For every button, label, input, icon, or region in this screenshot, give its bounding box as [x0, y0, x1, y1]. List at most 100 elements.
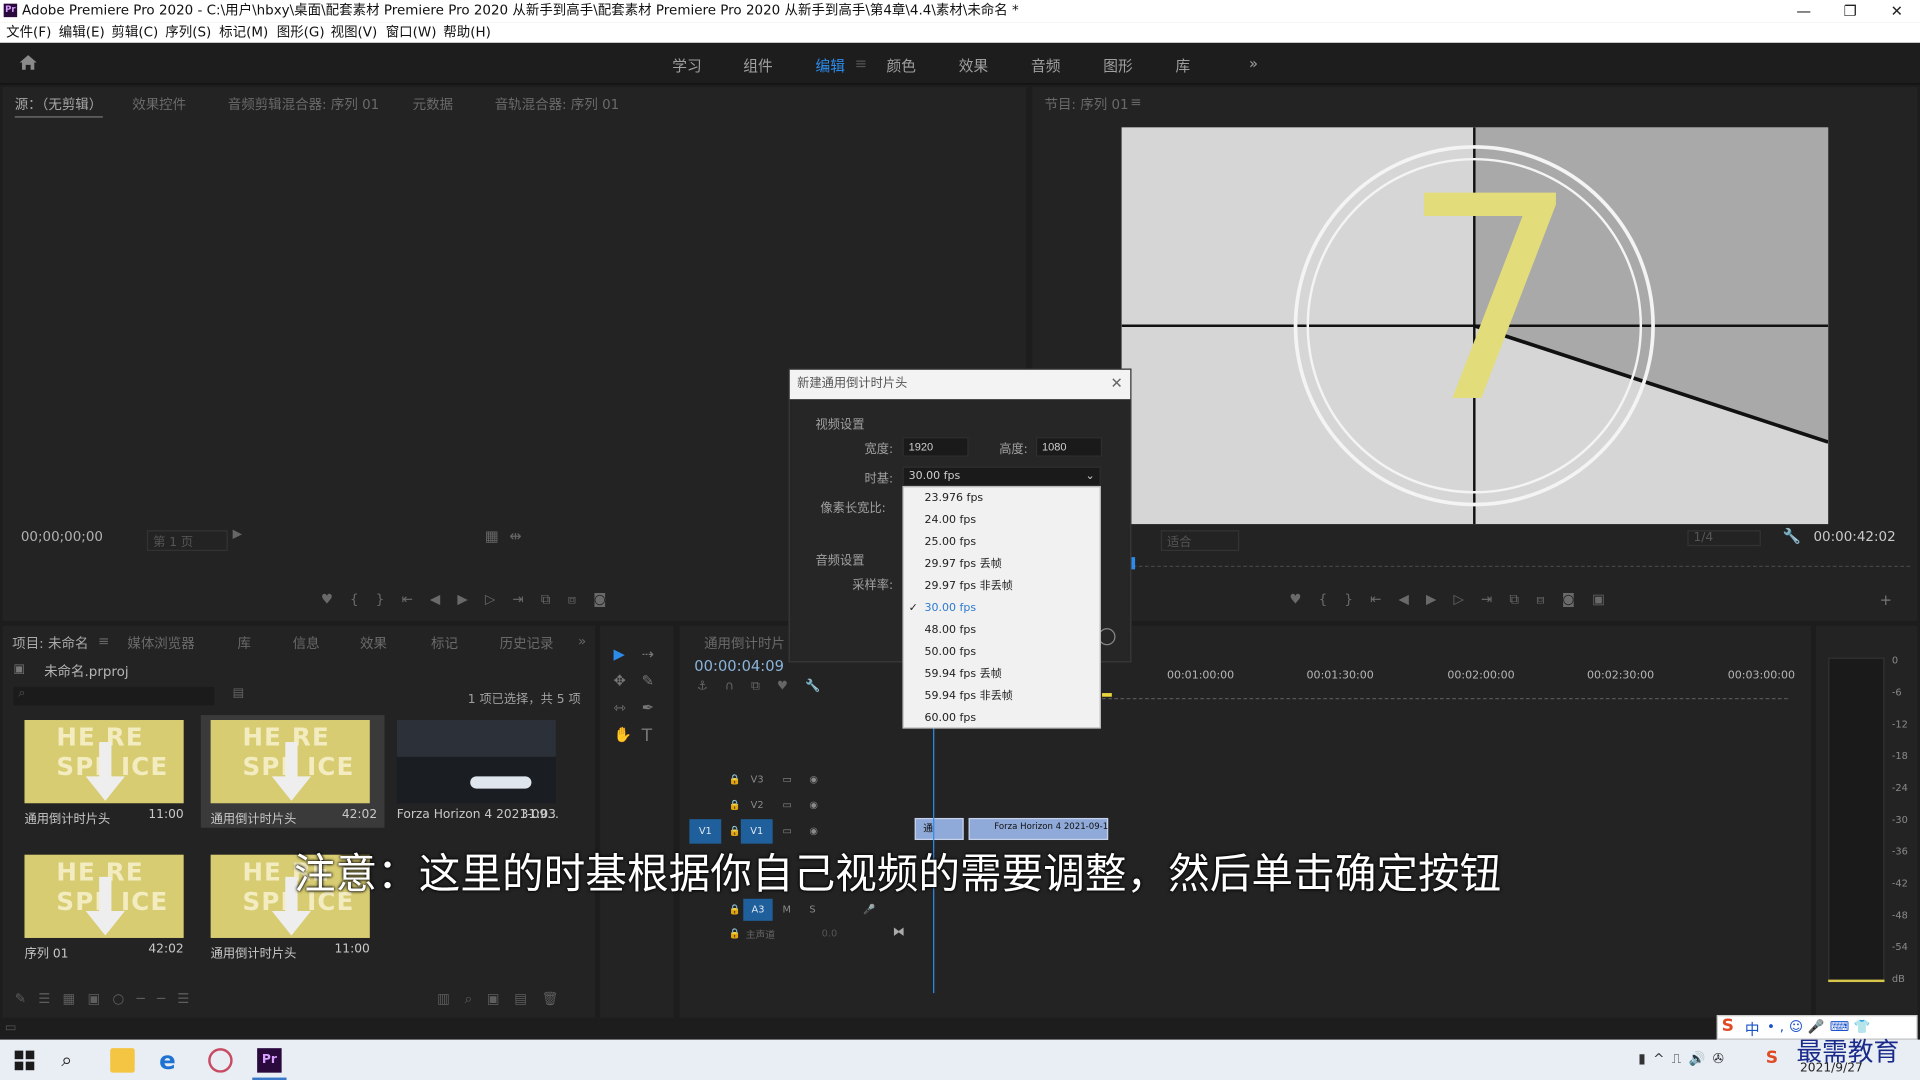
project-item[interactable]: HE RE SPL ICE 序列 01 42:02 — [20, 850, 187, 963]
track-label-a3[interactable]: A3 — [743, 898, 773, 921]
add-button-icon[interactable]: + — [1880, 591, 1892, 608]
razor-tool-icon[interactable]: ✎ — [642, 672, 654, 689]
width-input[interactable] — [902, 437, 969, 457]
tab-info[interactable]: 信息 — [293, 633, 320, 653]
selection-tool-icon[interactable]: ▶ — [613, 645, 624, 662]
tab-effects[interactable]: 效果 — [360, 633, 387, 653]
program-menu-icon[interactable]: ≡ — [1130, 94, 1141, 110]
windows-start-icon[interactable] — [12, 1048, 36, 1072]
edge-browser-icon[interactable]: e — [159, 1048, 183, 1072]
timebase-option[interactable]: 50.00 fps — [904, 642, 1100, 664]
program-timecode[interactable]: 00:00:42:02 — [1813, 529, 1895, 545]
source-transport-controls[interactable]: ♥{}⇤◀▶▷⇥⧉⧈◙ — [321, 591, 624, 608]
height-input[interactable] — [1035, 437, 1103, 457]
tab-metadata[interactable]: 元数据 — [413, 94, 453, 114]
tab-libraries[interactable]: 库 — [238, 633, 251, 653]
lock-icon[interactable]: 🔒 — [729, 825, 741, 836]
system-tray-icons[interactable]: ▮^⎍🔊✇ — [1638, 1051, 1731, 1068]
timebase-select[interactable]: 30.00 fps ⌄ — [902, 466, 1101, 487]
timebase-option[interactable]: 59.94 fps 丢帧 — [904, 664, 1100, 686]
mute-icon[interactable]: M — [782, 904, 790, 915]
restore-button[interactable]: ❐ — [1832, 0, 1869, 22]
tab-audio-clip-mixer[interactable]: 音频剪辑混合器: 序列 01 — [228, 94, 379, 114]
timebase-option[interactable]: 59.94 fps 非丢帧 — [904, 686, 1100, 708]
lock-icon[interactable]: 🔒 — [729, 928, 741, 939]
eye-icon[interactable]: ◉ — [809, 774, 818, 785]
timebase-option[interactable]: 60.00 fps — [904, 708, 1100, 730]
project-search-input[interactable]: ⌕ — [13, 686, 215, 706]
menu-marker[interactable]: 标记(M) — [219, 22, 268, 43]
workspace-assembly[interactable]: 组件 — [743, 55, 772, 76]
lock-icon[interactable]: 🔒 — [729, 800, 741, 811]
sync-lock-icon[interactable]: ▭ — [782, 825, 791, 836]
tab-history[interactable]: 历史记录 — [500, 633, 554, 653]
project-item-selected[interactable]: HE RE SPL ICE 通用倒计时片头 42:02 — [200, 715, 385, 828]
program-scrubber[interactable] — [1132, 557, 1911, 567]
timebase-option[interactable]: 23.976 fps — [904, 487, 1100, 509]
source-page-select[interactable]: 第 1 页 — [146, 530, 228, 552]
timeline-clip-countdown[interactable]: 通 — [914, 817, 964, 841]
menu-file[interactable]: 文件(F) — [6, 22, 51, 43]
program-transport-controls[interactable]: ♥{}⇤◀▶▷⇥⧉⧈◙▣ — [1289, 591, 1622, 608]
menu-clip[interactable]: 剪辑(C) — [111, 22, 158, 43]
tab-program[interactable]: 节目: 序列 01 — [1044, 94, 1128, 114]
time-ruler[interactable] — [1102, 689, 1788, 700]
workspace-editing[interactable]: 编辑 — [816, 55, 845, 76]
drag-icon[interactable]: ⇹ — [509, 528, 521, 545]
file-explorer-icon[interactable] — [110, 1048, 135, 1073]
mic-icon[interactable]: 🎤 — [863, 904, 875, 915]
workspace-learn[interactable]: 学习 — [672, 55, 701, 76]
menu-sequence[interactable]: 序列(S) — [165, 22, 211, 43]
tab-timeline[interactable]: 通用倒计时片 — [704, 633, 785, 653]
project-item[interactable]: Forza Horizon 4 2021-09... 31:03 — [392, 715, 559, 828]
tab-project[interactable]: 项目: 未命名 — [12, 633, 88, 653]
home-icon[interactable] — [18, 54, 38, 71]
recorder-app-icon[interactable] — [208, 1048, 233, 1073]
sogou-tray-icon[interactable]: S — [1766, 1048, 1778, 1068]
track-select-tool-icon[interactable]: ⇢ — [642, 645, 654, 662]
timeline-timecode[interactable]: 00:00:04:09 — [694, 658, 784, 675]
timebase-option[interactable]: 24.00 fps — [904, 509, 1100, 531]
master-volume-value[interactable]: 0.0 — [822, 928, 838, 939]
source-timecode[interactable]: 00;00;00;00 — [21, 529, 103, 545]
project-bottom-actions[interactable]: ▥⌕▣▤🗑 — [437, 991, 573, 1008]
timebase-option-selected[interactable]: ✓ 30.00 fps — [904, 598, 1100, 620]
timeline-clip-video[interactable]: Forza Horizon 4 2021-09-1 — [968, 817, 1108, 841]
end-marker-icon[interactable]: ⧓ — [893, 926, 905, 939]
workspace-effects[interactable]: 效果 — [959, 55, 988, 76]
play-arrow-icon[interactable]: ▶ — [233, 528, 242, 541]
tab-source[interactable]: 源：（无剪辑） — [14, 94, 103, 118]
quality-select[interactable]: 1/4 — [1687, 530, 1761, 547]
project-bottom-toolbar[interactable]: ✎☰▦▣○──☰ — [15, 991, 202, 1007]
new-bin-icon[interactable]: ▤ — [233, 687, 245, 700]
tab-effect-controls[interactable]: 效果控件 — [132, 94, 186, 114]
solo-icon[interactable]: S — [809, 904, 815, 915]
premiere-taskbar-icon[interactable]: Pr — [257, 1048, 282, 1073]
close-window-button[interactable]: ✕ — [1878, 0, 1915, 22]
type-tool-icon[interactable]: T — [642, 726, 652, 746]
search-icon[interactable]: ⌕ — [61, 1048, 85, 1072]
workspace-color[interactable]: 颜色 — [887, 55, 916, 76]
fit-select[interactable]: 适合 — [1160, 530, 1240, 552]
tab-audio-track-mixer[interactable]: 音轨混合器: 序列 01 — [495, 94, 620, 114]
menu-edit[interactable]: 编辑(E) — [59, 22, 105, 43]
eye-icon[interactable]: ◉ — [809, 825, 818, 836]
settings-icon[interactable]: ▦ — [485, 528, 499, 545]
timebase-option[interactable]: 29.97 fps 丢帧 — [904, 553, 1100, 575]
timeline-tool-row[interactable]: ⚓∩⧉♥🔧 — [697, 680, 838, 693]
wrench-icon[interactable]: 🔧 — [1783, 528, 1801, 545]
tab-media-browser[interactable]: 媒体浏览器 — [127, 633, 194, 653]
lock-icon[interactable]: 🔒 — [729, 774, 741, 785]
menu-help[interactable]: 帮助(H) — [443, 22, 491, 43]
workspace-libraries[interactable]: 库 — [1176, 55, 1191, 76]
project-menu-icon[interactable]: ≡ — [98, 633, 109, 649]
dialog-help-icon[interactable] — [1098, 628, 1116, 646]
workspace-graphics[interactable]: 图形 — [1103, 55, 1132, 76]
menu-view[interactable]: 视图(V) — [331, 22, 378, 43]
ime-mode[interactable]: 中 — [1745, 1019, 1760, 1040]
project-item[interactable]: HE RE SPL ICE 通用倒计时片头 11:00 — [20, 715, 187, 828]
pen-tool-icon[interactable]: ✒ — [642, 699, 654, 716]
ripple-edit-tool-icon[interactable]: ✥ — [613, 672, 625, 689]
workspace-menu-icon[interactable]: ≡ — [855, 55, 867, 72]
workspace-overflow-icon[interactable]: » — [1249, 55, 1258, 72]
